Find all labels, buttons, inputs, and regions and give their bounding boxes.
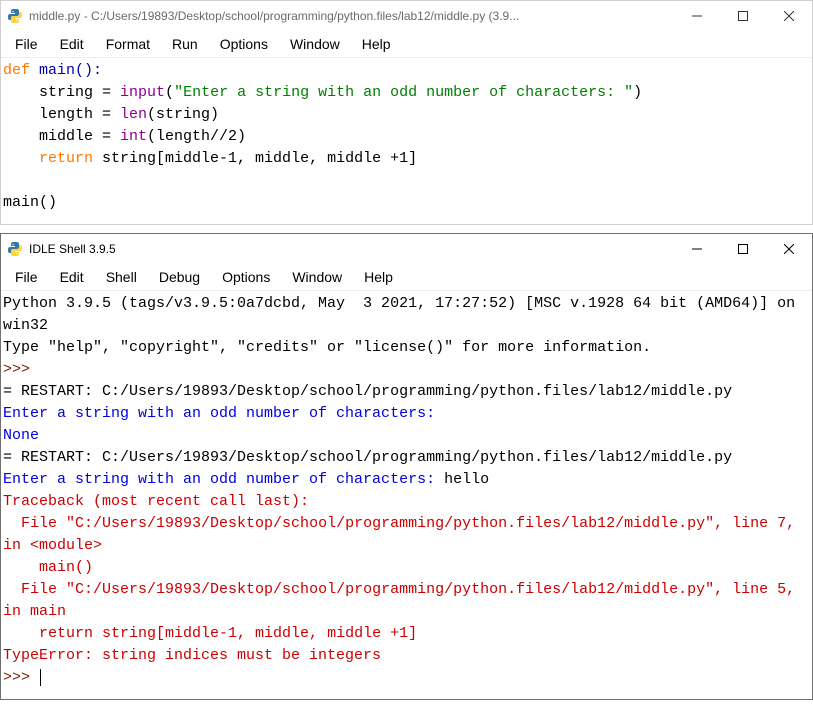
shell-menu-edit[interactable]: Edit [50, 266, 94, 288]
code-token: length = [3, 106, 120, 123]
editor-window-controls [674, 1, 812, 31]
shell-line: None [3, 427, 39, 444]
text-cursor [40, 669, 41, 686]
editor-menu-run[interactable]: Run [162, 33, 208, 55]
shell-menu-debug[interactable]: Debug [149, 266, 210, 288]
editor-close-button[interactable] [766, 1, 812, 31]
shell-line: Python 3.9.5 (tags/v3.9.5:0a7dcbd, May 3… [3, 295, 804, 334]
shell-window-controls [674, 234, 812, 264]
editor-titlebar: middle.py - C:/Users/19893/Desktop/schoo… [1, 1, 812, 31]
code-token: main(): [30, 62, 102, 79]
code-token: (length//2) [147, 128, 246, 145]
shell-user-input: hello [444, 471, 489, 488]
code-token: def [3, 62, 30, 79]
editor-minimize-button[interactable] [674, 1, 720, 31]
code-token: ) [633, 84, 642, 101]
code-token: return [39, 150, 93, 167]
editor-menu-help[interactable]: Help [352, 33, 401, 55]
shell-title: IDLE Shell 3.9.5 [29, 242, 674, 256]
traceback-line: File "C:/Users/19893/Desktop/school/prog… [3, 515, 804, 554]
traceback-line: return string[middle-1, middle, middle +… [3, 625, 417, 642]
shell-menu-file[interactable]: File [5, 266, 48, 288]
shell-line: = RESTART: C:/Users/19893/Desktop/school… [3, 449, 732, 466]
editor-menu-window[interactable]: Window [280, 33, 350, 55]
code-token: main() [3, 194, 57, 211]
shell-menu-window[interactable]: Window [282, 266, 352, 288]
shell-menu-options[interactable]: Options [212, 266, 280, 288]
shell-line: Type "help", "copyright", "credits" or "… [3, 339, 651, 356]
shell-menu-shell[interactable]: Shell [96, 266, 147, 288]
code-token: "Enter a string with an odd number of ch… [174, 84, 633, 101]
shell-maximize-button[interactable] [720, 234, 766, 264]
code-token [3, 150, 39, 167]
code-token: int [120, 128, 147, 145]
shell-titlebar: IDLE Shell 3.9.5 [1, 234, 812, 264]
traceback-line: main() [3, 559, 93, 576]
shell-close-button[interactable] [766, 234, 812, 264]
shell-line: Enter a string with an odd number of cha… [3, 471, 444, 488]
python-icon [7, 241, 23, 257]
editor-menu-file[interactable]: File [5, 33, 48, 55]
editor-menu-edit[interactable]: Edit [50, 33, 94, 55]
editor-menubar: File Edit Format Run Options Window Help [1, 31, 812, 58]
editor-title: middle.py - C:/Users/19893/Desktop/schoo… [29, 9, 674, 23]
code-token: string = [3, 84, 120, 101]
code-token: middle = [3, 128, 120, 145]
traceback-line: File "C:/Users/19893/Desktop/school/prog… [3, 581, 804, 620]
editor-text-area[interactable]: def main(): string = input("Enter a stri… [1, 58, 812, 224]
shell-line: = RESTART: C:/Users/19893/Desktop/school… [3, 383, 732, 400]
code-token: input [120, 84, 165, 101]
editor-menu-format[interactable]: Format [96, 33, 160, 55]
shell-menu-help[interactable]: Help [354, 266, 403, 288]
shell-prompt: >>> [3, 669, 39, 686]
code-token: ( [165, 84, 174, 101]
shell-text-area[interactable]: Python 3.9.5 (tags/v3.9.5:0a7dcbd, May 3… [1, 291, 812, 699]
editor-window: middle.py - C:/Users/19893/Desktop/schoo… [0, 0, 813, 225]
shell-minimize-button[interactable] [674, 234, 720, 264]
shell-window: IDLE Shell 3.9.5 File Edit Shell Debug O… [0, 233, 813, 700]
code-token: (string) [147, 106, 219, 123]
shell-prompt: >>> [3, 361, 30, 378]
traceback-line: TypeError: string indices must be intege… [3, 647, 381, 664]
code-token: string[middle-1, middle, middle +1] [93, 150, 417, 167]
traceback-line: Traceback (most recent call last): [3, 493, 309, 510]
code-token: len [120, 106, 147, 123]
editor-menu-options[interactable]: Options [210, 33, 278, 55]
shell-line: Enter a string with an odd number of cha… [3, 405, 444, 422]
editor-maximize-button[interactable] [720, 1, 766, 31]
shell-menubar: File Edit Shell Debug Options Window Hel… [1, 264, 812, 291]
python-icon [7, 8, 23, 24]
